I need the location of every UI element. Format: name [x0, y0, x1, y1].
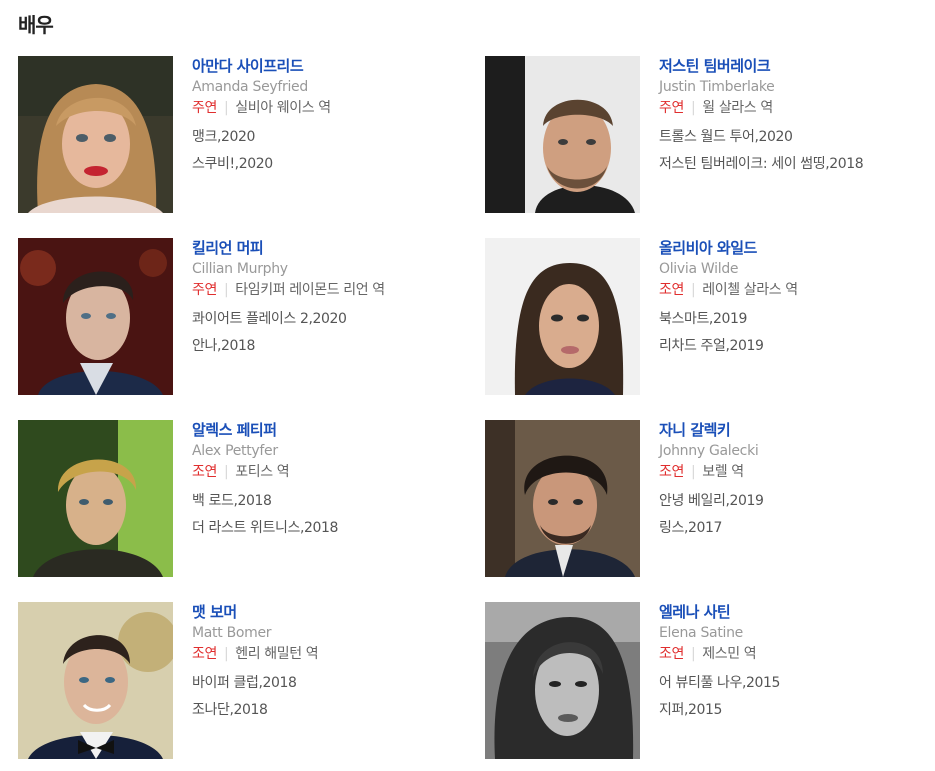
actor-photo-image [18, 56, 173, 213]
actor-photo[interactable] [18, 602, 173, 759]
filmography-item[interactable]: 리차드 주얼,2019 [659, 336, 931, 356]
actor-card: 아만다 사이프리드 Amanda Seyfried 주연 | 실비아 웨이스 역 맹… [18, 56, 468, 216]
role-line: 조연 | 레이첼 살라스 역 [659, 280, 931, 301]
role-line: 조연 | 헨리 해밀턴 역 [192, 644, 464, 665]
filmography-list: 북스마트,2019 리차드 주얼,2019 [659, 309, 931, 356]
filmography-list: 백 로드,2018 더 라스트 위트니스,2018 [192, 491, 464, 538]
role-divider: | [223, 464, 229, 480]
role-divider: | [690, 100, 696, 116]
filmography-item[interactable]: 바이퍼 클럽,2018 [192, 673, 464, 693]
actor-card: 올리비아 와일드 Olivia Wilde 조연 | 레이첼 살라스 역 북스마트,… [485, 238, 935, 398]
actor-name-link[interactable]: 알렉스 페티퍼 [192, 421, 464, 439]
actor-photo[interactable] [18, 420, 173, 577]
actor-card: 저스틴 팀버레이크 Justin Timberlake 주연 | 윌 살라스 역 트… [485, 56, 935, 216]
actor-name-link[interactable]: 킬리언 머피 [192, 239, 464, 257]
actor-name-english: Johnny Galecki [659, 443, 759, 459]
filmography-item[interactable]: 콰이어트 플레이스 2,2020 [192, 309, 464, 329]
role-name: 헨리 해밀턴 역 [235, 646, 319, 662]
role-divider: | [690, 646, 696, 662]
filmography-item[interactable]: 백 로드,2018 [192, 491, 464, 511]
role-name: 제스민 역 [702, 646, 757, 662]
actor-name-english: Olivia Wilde [659, 261, 739, 277]
actor-photo-image [485, 602, 640, 759]
actor-photo[interactable] [485, 420, 640, 577]
filmography-list: 트롤스 월드 투어,2020 저스틴 팀버레이크: 세이 썸띵,2018 [659, 127, 931, 174]
actor-name-english: Alex Pettyfer [192, 443, 278, 459]
role-type-badge: 조연 [659, 282, 684, 298]
filmography-item[interactable]: 저스틴 팀버레이크: 세이 썸띵,2018 [659, 154, 931, 174]
actor-card: 엘레나 사틴 Elena Satine 조연 | 제스민 역 어 뷰티풀 나우,20… [485, 602, 935, 762]
filmography-item[interactable]: 안나,2018 [192, 336, 464, 356]
role-type-badge: 주연 [192, 100, 217, 116]
role-line: 주연 | 타임키퍼 레이몬드 리언 역 [192, 280, 464, 301]
role-type-badge: 조연 [192, 464, 217, 480]
actor-card: 알렉스 페티퍼 Alex Pettyfer 조연 | 포티스 역 백 로드,2018… [18, 420, 468, 580]
filmography-list: 맹크,2020 스쿠비!,2020 [192, 127, 464, 174]
actor-card: 자니 갈렉키 Johnny Galecki 조연 | 보렐 역 안녕 베일리,201… [485, 420, 935, 580]
role-name: 레이첼 살라스 역 [702, 282, 798, 298]
filmography-item[interactable]: 스쿠비!,2020 [192, 154, 464, 174]
actor-name-english: Cillian Murphy [192, 261, 288, 277]
role-divider: | [690, 282, 696, 298]
filmography-item[interactable]: 안녕 베일리,2019 [659, 491, 931, 511]
filmography-item[interactable]: 조나단,2018 [192, 700, 464, 720]
filmography-list: 콰이어트 플레이스 2,2020 안나,2018 [192, 309, 464, 356]
actor-name-link[interactable]: 올리비아 와일드 [659, 239, 931, 257]
filmography-item[interactable]: 맹크,2020 [192, 127, 464, 147]
filmography-item[interactable]: 링스,2017 [659, 518, 931, 538]
role-type-badge: 조연 [659, 646, 684, 662]
actor-name-link[interactable]: 맷 보머 [192, 603, 464, 621]
role-line: 조연 | 포티스 역 [192, 462, 464, 483]
role-divider: | [690, 464, 696, 480]
role-name: 보렐 역 [702, 464, 744, 480]
filmography-list: 어 뷰티풀 나우,2015 지퍼,2015 [659, 673, 931, 720]
actor-photo[interactable] [485, 238, 640, 395]
actor-name-link[interactable]: 저스틴 팀버레이크 [659, 57, 931, 75]
actor-photo-image [18, 602, 173, 759]
actor-photo[interactable] [485, 602, 640, 759]
filmography-item[interactable]: 더 라스트 위트니스,2018 [192, 518, 464, 538]
role-divider: | [223, 100, 229, 116]
role-type-badge: 조연 [659, 464, 684, 480]
role-name: 윌 살라스 역 [702, 100, 773, 116]
actor-photo-image [485, 238, 640, 395]
actor-name-english: Matt Bomer [192, 625, 272, 641]
role-divider: | [223, 646, 229, 662]
actor-photo-image [18, 238, 173, 395]
actor-name-link[interactable]: 아만다 사이프리드 [192, 57, 464, 75]
actor-photo-image [485, 420, 640, 577]
actor-photo[interactable] [18, 56, 173, 213]
role-divider: | [223, 282, 229, 298]
role-name: 타임키퍼 레이몬드 리언 역 [235, 282, 385, 298]
actor-name-link[interactable]: 엘레나 사틴 [659, 603, 931, 621]
filmography-item[interactable]: 트롤스 월드 투어,2020 [659, 127, 931, 147]
actor-name-english: Amanda Seyfried [192, 79, 308, 95]
role-name: 포티스 역 [235, 464, 290, 480]
role-type-badge: 주연 [192, 282, 217, 298]
role-line: 조연 | 보렐 역 [659, 462, 931, 483]
actor-card: 킬리언 머피 Cillian Murphy 주연 | 타임키퍼 레이몬드 리언 역 … [18, 238, 468, 398]
actor-card: 맷 보머 Matt Bomer 조연 | 헨리 해밀턴 역 바이퍼 클럽,2018 … [18, 602, 468, 762]
filmography-item[interactable]: 북스마트,2019 [659, 309, 931, 329]
filmography-item[interactable]: 어 뷰티풀 나우,2015 [659, 673, 931, 693]
actor-photo[interactable] [18, 238, 173, 395]
role-line: 조연 | 제스민 역 [659, 644, 931, 665]
section-title: 배우 [18, 13, 54, 37]
role-line: 주연 | 윌 살라스 역 [659, 98, 931, 119]
filmography-list: 바이퍼 클럽,2018 조나단,2018 [192, 673, 464, 720]
role-name: 실비아 웨이스 역 [235, 100, 331, 116]
actor-name-english: Justin Timberlake [659, 79, 775, 95]
actor-photo[interactable] [485, 56, 640, 213]
filmography-item[interactable]: 지퍼,2015 [659, 700, 931, 720]
actor-name-link[interactable]: 자니 갈렉키 [659, 421, 931, 439]
actor-photo-image [485, 56, 640, 213]
role-type-badge: 주연 [659, 100, 684, 116]
role-line: 주연 | 실비아 웨이스 역 [192, 98, 464, 119]
role-type-badge: 조연 [192, 646, 217, 662]
actor-name-english: Elena Satine [659, 625, 743, 641]
actor-photo-image [18, 420, 173, 577]
filmography-list: 안녕 베일리,2019 링스,2017 [659, 491, 931, 538]
